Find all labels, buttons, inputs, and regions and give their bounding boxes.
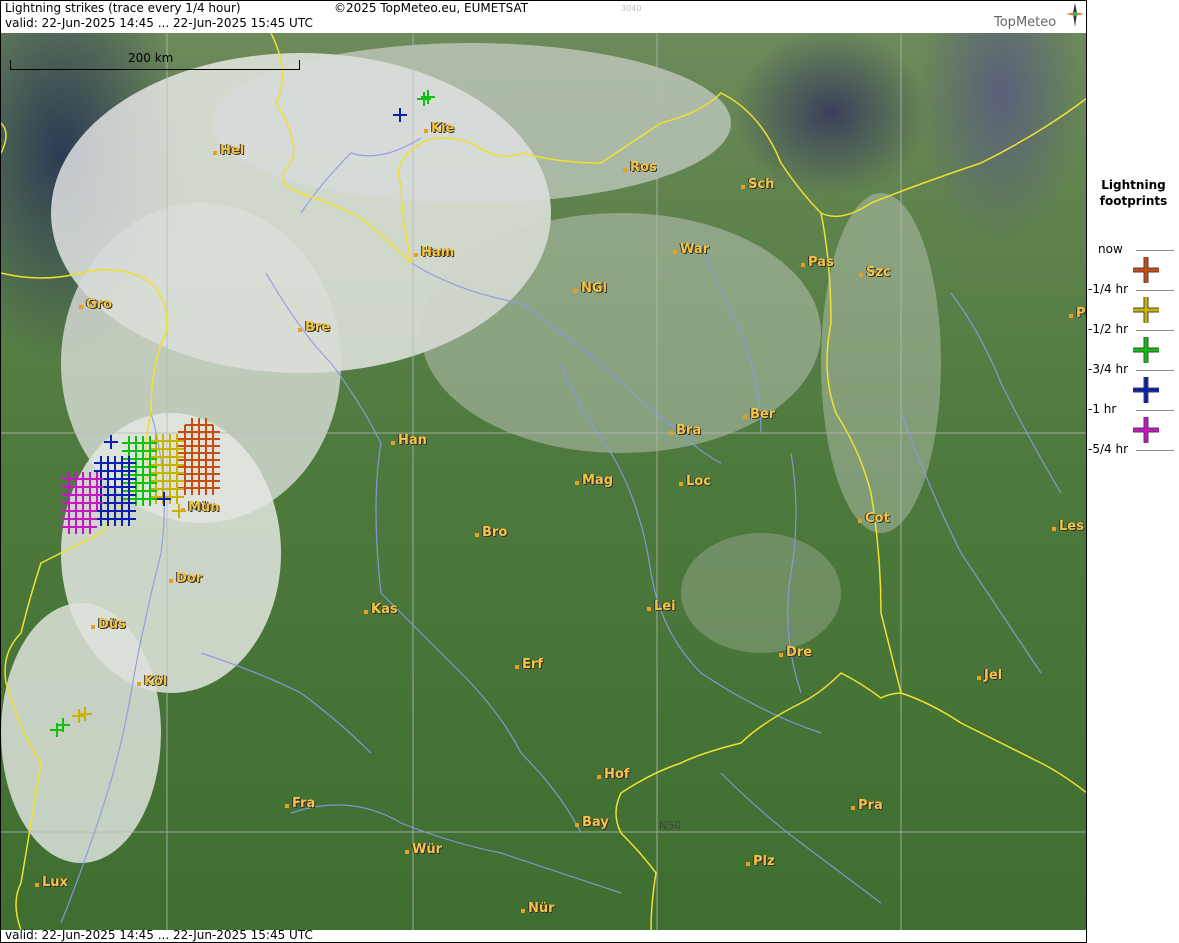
city-label: Kas: [364, 602, 398, 617]
city-label: Dre: [778, 645, 813, 660]
map-overlay: [1, 33, 1087, 930]
satellite-map[interactable]: 200 km N50 Kie Hel Ros Sch Ham War NGl Pas Szc Gr…: [1, 33, 1087, 930]
topmeteo-logo: TopMeteo: [994, 15, 1056, 30]
city-label: Nür: [521, 901, 555, 916]
legend-title-line2: footprints: [1099, 194, 1168, 208]
map-title: Lightning strikes (trace every 1/4 hour): [5, 1, 241, 15]
city-label: War: [672, 242, 710, 257]
city-label: Kie: [423, 121, 455, 136]
legend-separator: [1136, 450, 1174, 451]
city-label: Pra: [851, 798, 883, 813]
city-label: NGl: [573, 281, 608, 296]
city-label: Fra: [284, 796, 316, 811]
city-label: Bra: [668, 423, 702, 438]
city-label: Pi: [1069, 306, 1087, 321]
city-label: Cot: [858, 511, 890, 526]
legend-panel: Lightning footprints now -1/4 hr -1/2 hr -3…: [1088, 0, 1179, 943]
legend-cross-icon: [1133, 257, 1159, 283]
legend-cross-icon: [1133, 417, 1159, 443]
compass-icon: [1066, 3, 1084, 27]
legend-time-label: -1/4 hr: [1088, 282, 1128, 296]
legend-separator: [1136, 410, 1174, 411]
city-label: Hof: [596, 767, 630, 782]
scale-bar-label: 200 km: [128, 51, 174, 65]
legend-separator: [1136, 290, 1174, 291]
city-label: Pas: [801, 255, 834, 270]
legend-separator: [1136, 370, 1174, 371]
city-label: Wür: [404, 842, 443, 857]
city-label: Ber: [742, 407, 776, 422]
city-label: Szc: [859, 265, 891, 280]
city-label: Bre: [297, 320, 331, 335]
city-label: Ham: [413, 245, 455, 260]
legend-cross-icon: [1133, 297, 1159, 323]
copyright: ©2025 TopMeteo.eu, EUMETSAT: [334, 1, 529, 15]
legend-time-label: now: [1098, 242, 1123, 256]
legend-time-label: -5/4 hr: [1088, 442, 1128, 456]
city-label: Loc: [679, 474, 711, 489]
legend-time-label: -1/2 hr: [1088, 322, 1128, 336]
city-label: Lei: [647, 599, 676, 614]
latitude-label: N50: [659, 819, 682, 832]
city-label: Les: [1052, 519, 1084, 534]
city-label: Mag: [574, 473, 614, 488]
city-label: Ros: [623, 160, 657, 175]
city-label: Hel: [212, 143, 245, 158]
city-label: Jel: [976, 668, 1003, 683]
valid-time: valid: 22-Jun-2025 14:45 ... 22-Jun-2025…: [5, 16, 313, 30]
legend-cross-icon: [1133, 337, 1159, 363]
city-label: Bro: [474, 525, 508, 540]
legend-separator: [1136, 330, 1174, 331]
legend-title-line1: Lightning: [1101, 178, 1166, 192]
city-label: Düs: [91, 617, 126, 632]
legend-time-label: -3/4 hr: [1088, 362, 1128, 376]
legend-separator: [1136, 250, 1174, 251]
city-label: Bay: [575, 815, 609, 830]
city-label: Dor: [168, 571, 203, 586]
image-code: 3040: [621, 4, 642, 13]
city-label: Gro: [78, 297, 113, 312]
city-label: Plz: [746, 854, 775, 869]
city-label: Mün: [180, 500, 220, 515]
city-label: Han: [391, 433, 427, 448]
city-label: Sch: [740, 177, 775, 192]
city-label: Köl: [136, 674, 168, 689]
logo-text: TopMeteo: [994, 15, 1057, 30]
footer-valid-time: valid: 22-Jun-2025 14:45 ... 22-Jun-2025…: [5, 928, 313, 942]
legend-time-label: -1 hr: [1088, 402, 1117, 416]
city-label: Erf: [515, 657, 543, 672]
legend-cross-icon: [1133, 377, 1159, 403]
city-label: Lux: [35, 875, 68, 890]
